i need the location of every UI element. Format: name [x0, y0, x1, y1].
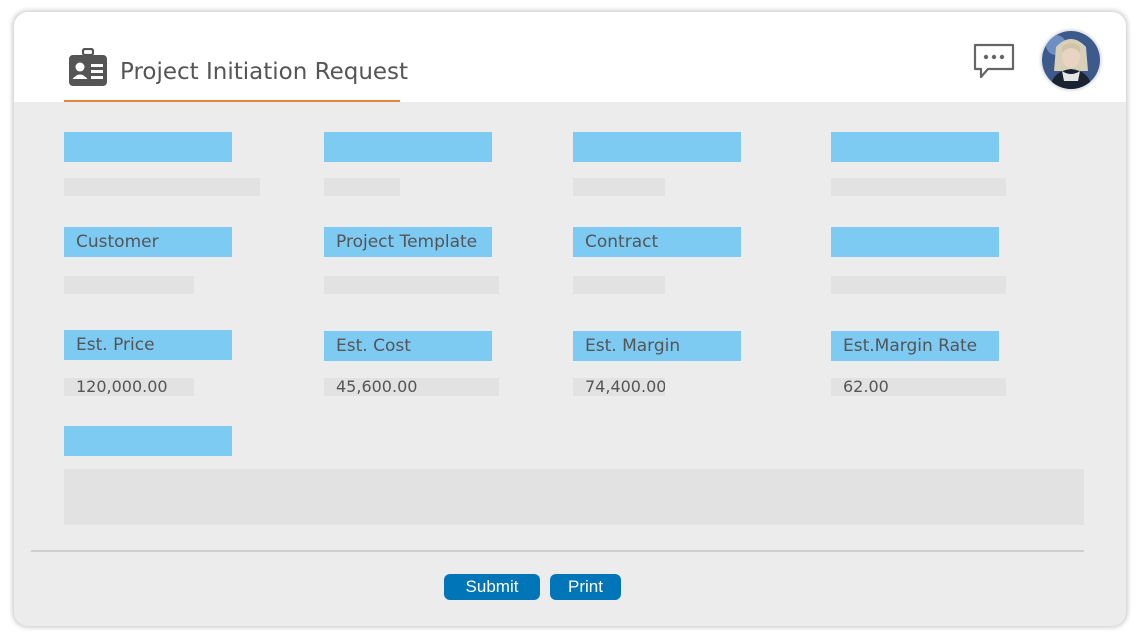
notes-textarea[interactable] [64, 469, 1084, 525]
divider [31, 550, 1084, 552]
field-value-row2-col4[interactable] [831, 276, 1006, 294]
project-template-label: Project Template [324, 227, 492, 257]
contract-label: Contract [573, 227, 741, 257]
project-template-field[interactable] [324, 276, 499, 294]
field-value-row1-col4[interactable] [831, 178, 1006, 196]
field-label-row1-col3 [573, 132, 741, 162]
est-price-field[interactable]: 120,000.00 [64, 378, 194, 396]
customer-label: Customer [64, 227, 232, 257]
page-title: Project Initiation Request [120, 59, 409, 85]
field-label-row4 [64, 426, 232, 456]
avatar[interactable] [1042, 31, 1100, 89]
est-cost-field[interactable]: 45,600.00 [324, 378, 499, 396]
customer-field[interactable] [64, 276, 194, 294]
field-label-row1-col1 [64, 132, 232, 162]
id-badge-icon [69, 48, 107, 86]
title-underline [64, 100, 400, 102]
est-margin-field[interactable]: 74,400.00 [573, 378, 665, 396]
field-value-row1-col1[interactable] [64, 178, 260, 196]
est-price-label: Est. Price [64, 330, 232, 360]
form-header: Project Initiation Request [14, 12, 1126, 102]
field-label-row1-col4 [831, 132, 999, 162]
field-label-row2-col4 [831, 227, 999, 257]
field-value-row1-col3[interactable] [573, 178, 665, 196]
contract-field[interactable] [573, 276, 665, 294]
est-margin-rate-label: Est.Margin Rate [831, 331, 999, 361]
field-label-row1-col2 [324, 132, 492, 162]
form-card: Project Initiation Request Customer Proj… [14, 12, 1126, 626]
est-margin-label: Est. Margin [573, 331, 741, 361]
print-button[interactable]: Print [550, 574, 621, 600]
field-value-row1-col2[interactable] [324, 178, 400, 196]
est-cost-label: Est. Cost [324, 331, 492, 361]
user-avatar-image [1042, 31, 1100, 89]
est-margin-rate-field[interactable]: 62.00 [831, 378, 1006, 396]
chat-bubble-icon[interactable] [972, 42, 1016, 80]
submit-button[interactable]: Submit [444, 574, 540, 600]
